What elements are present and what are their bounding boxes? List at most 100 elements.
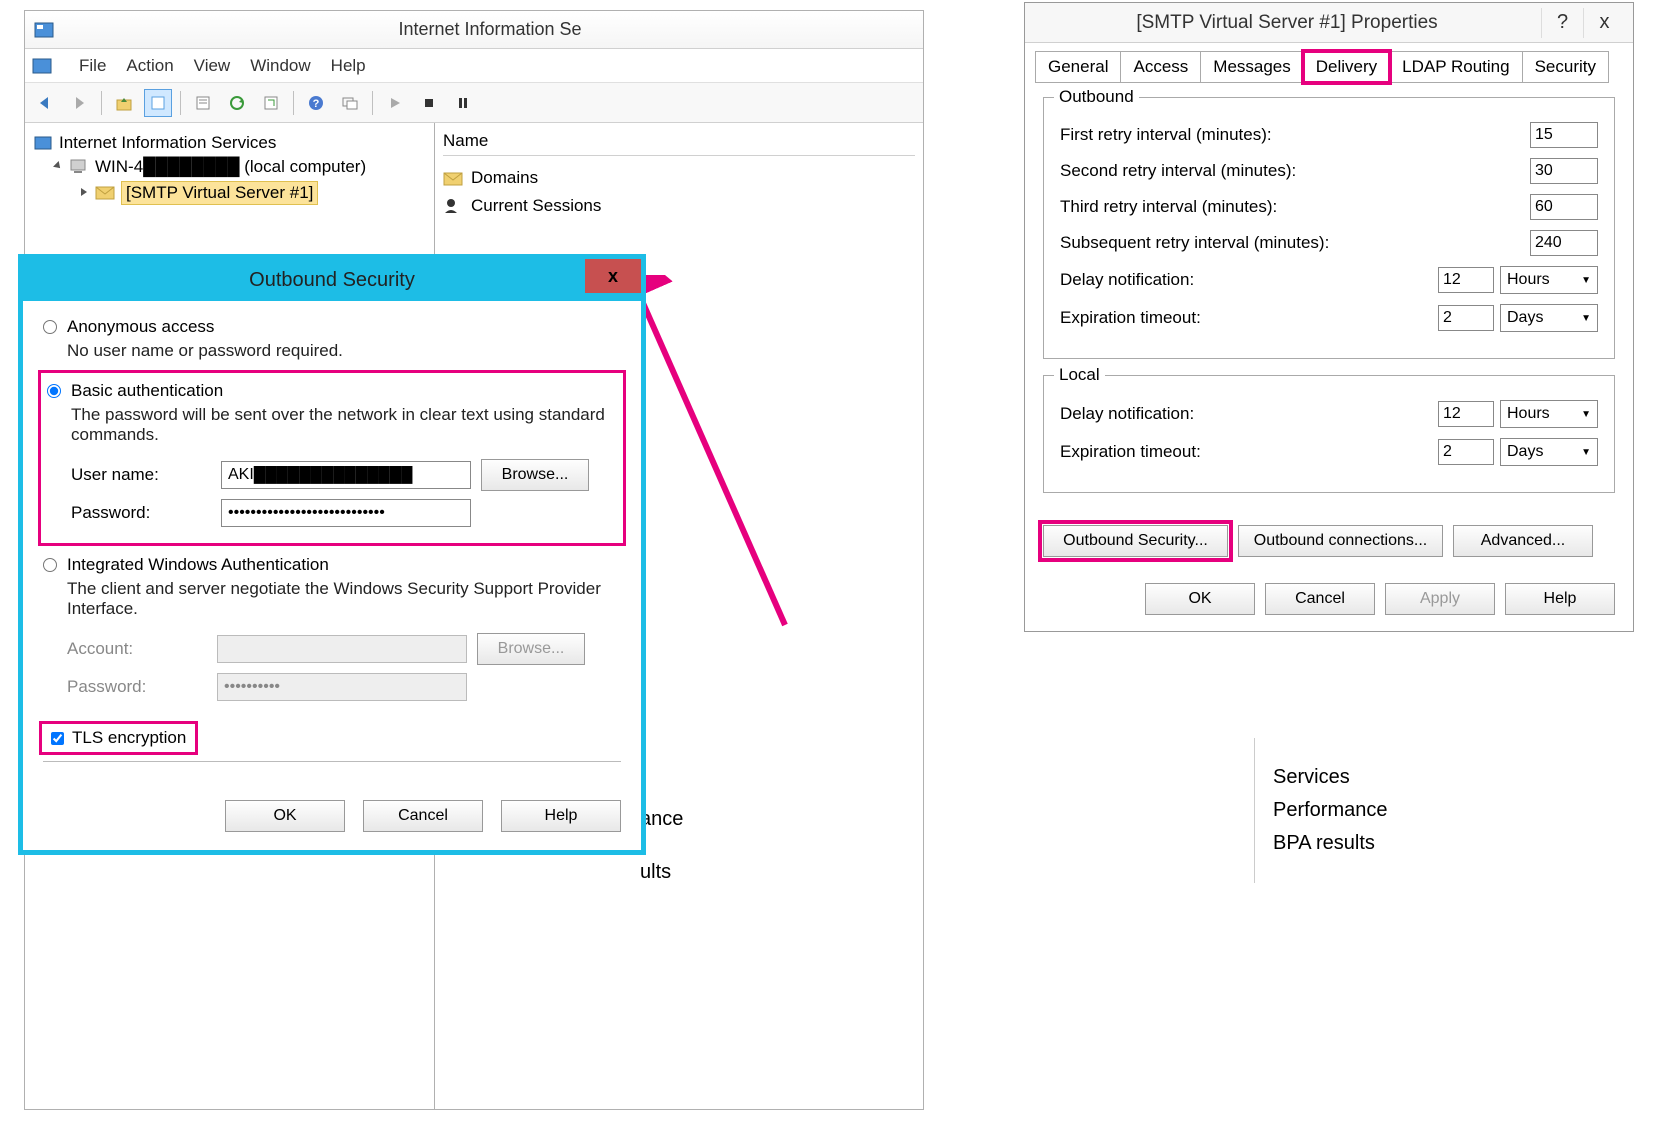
local-expire-unit-select[interactable]: Days▼	[1500, 438, 1598, 466]
second-retry-label: Second retry interval (minutes):	[1060, 161, 1530, 181]
ok-button[interactable]: OK	[225, 800, 345, 832]
window-icon[interactable]	[336, 89, 364, 117]
tab-messages[interactable]: Messages	[1200, 51, 1303, 83]
list-header-name[interactable]: Name	[443, 131, 915, 156]
apply-button[interactable]: Apply	[1385, 583, 1495, 615]
side-panel: Services Performance BPA results	[1254, 738, 1634, 883]
expire-unit-select[interactable]: Days▼	[1500, 304, 1598, 332]
expire-label: Expiration timeout:	[1060, 308, 1438, 328]
radio-iwa[interactable]: Integrated Windows Authentication	[43, 555, 621, 575]
svg-text:?: ?	[313, 98, 320, 110]
tree-root[interactable]: Internet Information Services	[33, 131, 426, 155]
help-button[interactable]: ?	[1541, 8, 1583, 38]
delay-label: Delay notification:	[1060, 270, 1438, 290]
outbound-connections-button[interactable]: Outbound connections...	[1238, 525, 1443, 557]
collapse-icon[interactable]	[53, 161, 65, 173]
username-input[interactable]	[221, 461, 471, 489]
cancel-button[interactable]: Cancel	[1265, 583, 1375, 615]
tab-general[interactable]: General	[1035, 51, 1121, 83]
cancel-button[interactable]: Cancel	[363, 800, 483, 832]
iis-root-icon	[33, 134, 53, 152]
local-expire-input[interactable]	[1438, 439, 1494, 465]
tls-highlight: TLS encryption	[43, 725, 194, 751]
refresh-icon[interactable]	[223, 89, 251, 117]
menu-view[interactable]: View	[194, 56, 231, 76]
help-button[interactable]: Help	[1505, 583, 1615, 615]
outsec-titlebar: Outbound Security x	[23, 259, 641, 301]
tree-smtp-server[interactable]: [SMTP Virtual Server #1]	[33, 179, 426, 207]
password-label: Password:	[71, 503, 221, 523]
folder-up-icon[interactable]	[110, 89, 138, 117]
radio-anonymous[interactable]: Anonymous access	[43, 317, 621, 337]
forward-icon[interactable]	[65, 89, 93, 117]
iwa-radio[interactable]	[43, 558, 57, 572]
chevron-down-icon: ▼	[1581, 275, 1591, 286]
cropped-text-2: ults	[640, 861, 683, 884]
expand-icon[interactable]	[79, 187, 91, 199]
iwa-desc: The client and server negotiate the Wind…	[67, 579, 621, 619]
outbound-security-button[interactable]: Outbound Security...	[1043, 525, 1228, 557]
anonymous-radio[interactable]	[43, 320, 57, 334]
delay-unit-select[interactable]: Hours▼	[1500, 266, 1598, 294]
pause-icon[interactable]	[449, 89, 477, 117]
local-delay-input[interactable]	[1438, 401, 1494, 427]
second-retry-input[interactable]	[1530, 158, 1598, 184]
menu-window[interactable]: Window	[250, 56, 310, 76]
tab-access[interactable]: Access	[1120, 51, 1201, 83]
list-item-sessions[interactable]: Current Sessions	[443, 192, 915, 220]
help-icon[interactable]: ?	[302, 89, 330, 117]
smtp-properties-dialog: [SMTP Virtual Server #1] Properties ? x …	[1024, 2, 1634, 632]
radio-basic[interactable]: Basic authentication	[47, 381, 617, 401]
tls-checkbox[interactable]	[51, 732, 64, 745]
outbound-security-dialog: Outbound Security x Anonymous access No …	[18, 254, 646, 855]
computer-icon	[69, 158, 89, 176]
list-item-domains[interactable]: Domains	[443, 164, 915, 192]
props-title: [SMTP Virtual Server #1] Properties	[1033, 12, 1541, 34]
side-bpa[interactable]: BPA results	[1273, 832, 1616, 855]
close-button[interactable]: x	[1583, 8, 1625, 38]
menu-file[interactable]: File	[79, 56, 106, 76]
properties-icon[interactable]	[189, 89, 217, 117]
local-delay-label: Delay notification:	[1060, 404, 1438, 424]
help-button[interactable]: Help	[501, 800, 621, 832]
basic-desc: The password will be sent over the netwo…	[71, 405, 617, 445]
outbound-fieldset: Outbound First retry interval (minutes):…	[1043, 97, 1615, 359]
stop-icon[interactable]	[415, 89, 443, 117]
iwa-password-input	[217, 673, 467, 701]
password-input[interactable]	[221, 499, 471, 527]
menu-help[interactable]: Help	[331, 56, 366, 76]
iis-menubar: File Action View Window Help	[25, 49, 923, 83]
export-icon[interactable]	[257, 89, 285, 117]
local-delay-unit-select[interactable]: Hours▼	[1500, 400, 1598, 428]
advanced-button[interactable]: Advanced...	[1453, 525, 1593, 557]
ok-button[interactable]: OK	[1145, 583, 1255, 615]
sessions-icon	[443, 197, 465, 215]
subseq-retry-input[interactable]	[1530, 230, 1598, 256]
iis-app-icon	[33, 19, 55, 41]
third-retry-input[interactable]	[1530, 194, 1598, 220]
iis-title: Internet Information Se	[65, 19, 915, 40]
expire-input[interactable]	[1438, 305, 1494, 331]
delay-input[interactable]	[1438, 267, 1494, 293]
username-label: User name:	[71, 465, 221, 485]
basic-radio[interactable]	[47, 384, 61, 398]
iwa-password-label: Password:	[67, 677, 217, 697]
back-icon[interactable]	[31, 89, 59, 117]
chevron-down-icon: ▼	[1581, 313, 1591, 324]
side-performance[interactable]: Performance	[1273, 799, 1616, 822]
tab-delivery[interactable]: Delivery	[1303, 51, 1390, 83]
third-retry-label: Third retry interval (minutes):	[1060, 197, 1530, 217]
selected-view-icon[interactable]	[144, 89, 172, 117]
close-button[interactable]: x	[585, 259, 641, 293]
browse-button[interactable]: Browse...	[481, 459, 589, 491]
anonymous-desc: No user name or password required.	[67, 341, 621, 361]
tab-security[interactable]: Security	[1522, 51, 1609, 83]
iis-titlebar: Internet Information Se	[25, 11, 923, 49]
menu-action[interactable]: Action	[126, 56, 173, 76]
first-retry-input[interactable]	[1530, 122, 1598, 148]
side-services[interactable]: Services	[1273, 766, 1616, 789]
play-icon[interactable]	[381, 89, 409, 117]
outbound-legend: Outbound	[1054, 87, 1139, 107]
tab-ldap-routing[interactable]: LDAP Routing	[1389, 51, 1522, 83]
tree-computer[interactable]: WIN-4████████ (local computer)	[33, 155, 426, 179]
